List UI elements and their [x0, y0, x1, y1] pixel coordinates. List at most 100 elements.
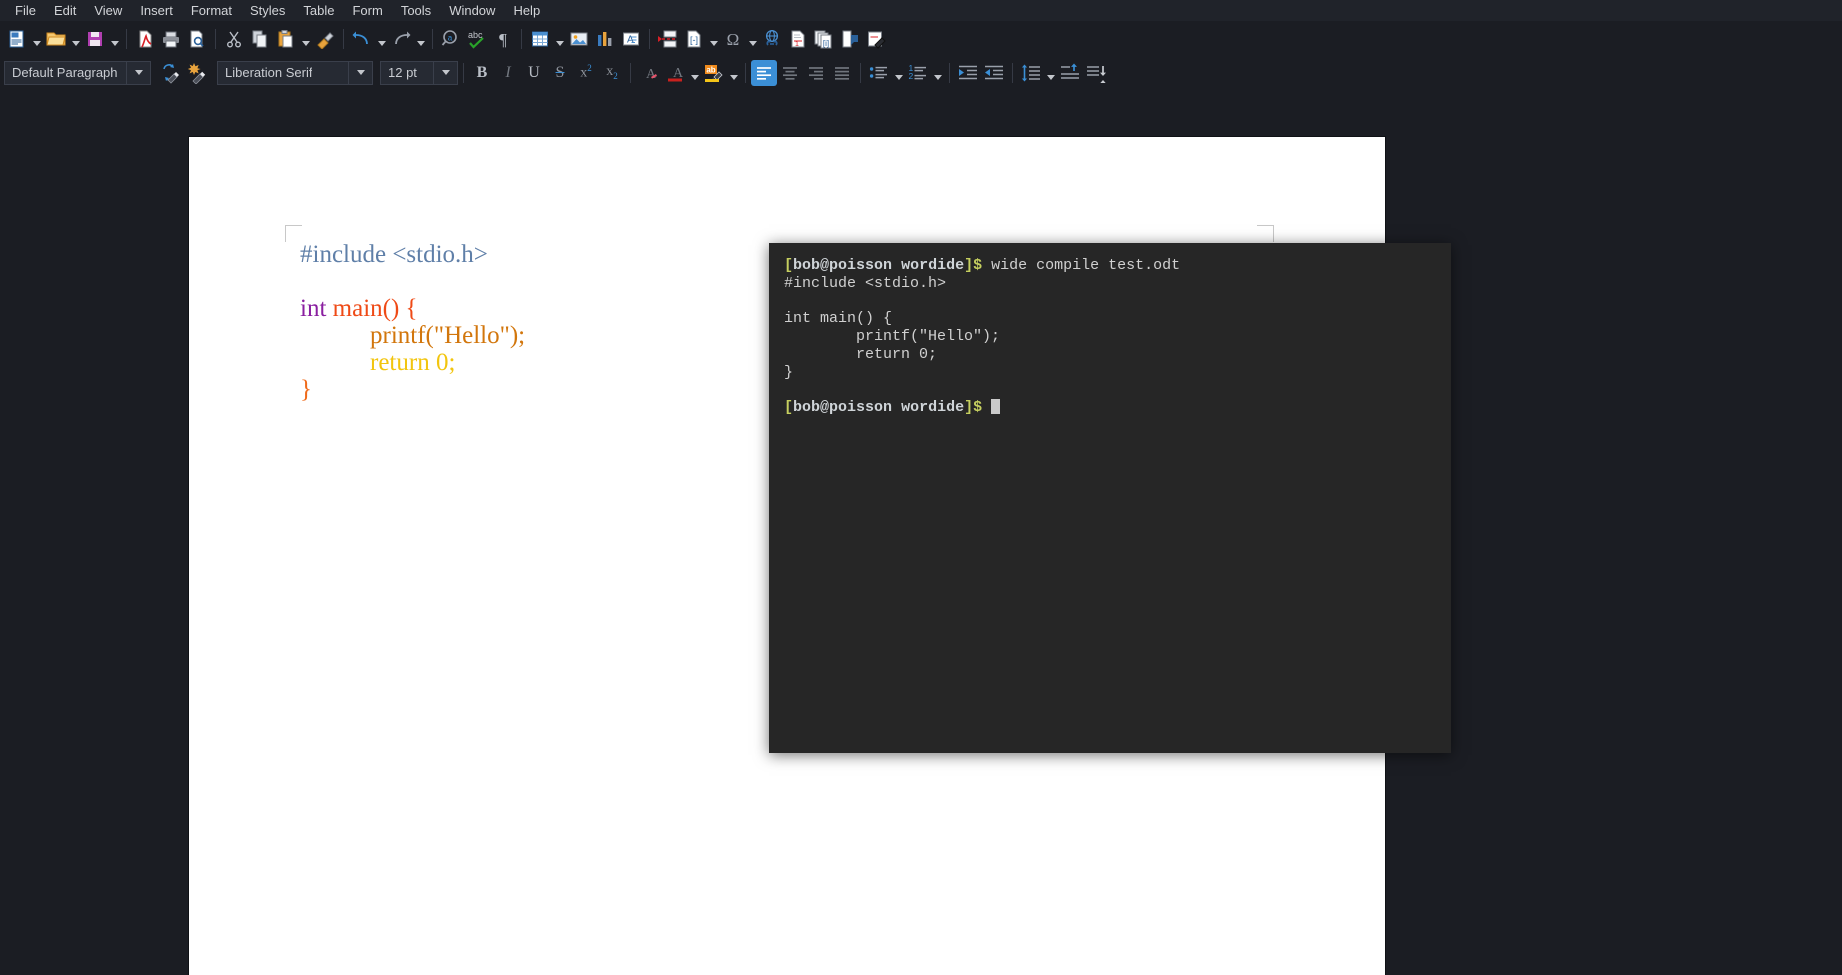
unordered-list-dropdown[interactable]: [892, 60, 905, 86]
cross-reference-icon[interactable]: [i]: [811, 26, 837, 52]
page-break-icon[interactable]: [655, 26, 681, 52]
export-pdf-icon[interactable]: [132, 26, 158, 52]
track-changes-icon[interactable]: [863, 26, 889, 52]
paste-dropdown[interactable]: [299, 26, 312, 52]
increase-paragraph-spacing-icon[interactable]: [1057, 60, 1083, 86]
svg-text:1: 1: [795, 41, 799, 48]
font-size-dropdown[interactable]: [434, 60, 458, 85]
paste-icon[interactable]: [273, 26, 299, 52]
superscript-button[interactable]: x2: [573, 60, 599, 86]
font-size-value: 12 pt: [388, 65, 417, 80]
menu-file[interactable]: File: [6, 0, 45, 21]
clone-formatting-icon[interactable]: [312, 26, 338, 52]
insert-text-box-icon[interactable]: A: [618, 26, 644, 52]
bold-button[interactable]: B: [469, 60, 495, 86]
insert-table-icon[interactable]: [527, 26, 553, 52]
align-justify-icon[interactable]: [829, 60, 855, 86]
new-style-icon[interactable]: [184, 60, 210, 86]
document-code-line: #include <stdio.h>: [300, 241, 525, 268]
font-name-combobox[interactable]: Liberation Serif: [217, 60, 349, 85]
terminal-output-line: #include <stdio.h>: [784, 274, 947, 292]
redo-dropdown[interactable]: [414, 26, 427, 52]
font-name-dropdown[interactable]: [349, 60, 373, 85]
svg-text:[i]: [i]: [823, 39, 829, 48]
menu-format[interactable]: Format: [182, 0, 241, 21]
menu-bar: File Edit View Insert Format Styles Table Form T…: [0, 0, 1842, 21]
decrease-indent-icon[interactable]: [981, 60, 1007, 86]
hyperlink-icon[interactable]: [759, 26, 785, 52]
text-boundary-top-left: [285, 225, 302, 242]
subscript-button[interactable]: x2: [599, 60, 625, 86]
insert-table-dropdown[interactable]: [553, 26, 566, 52]
menu-form[interactable]: Form: [343, 0, 391, 21]
find-replace-icon[interactable]: a: [438, 26, 464, 52]
new-document-icon[interactable]: [4, 26, 30, 52]
italic-button[interactable]: I: [495, 60, 521, 86]
special-character-dropdown[interactable]: [746, 26, 759, 52]
insert-comment-icon[interactable]: [837, 26, 863, 52]
special-character-icon[interactable]: Ω: [720, 26, 746, 52]
insert-chart-icon[interactable]: [592, 26, 618, 52]
decrease-paragraph-spacing-icon[interactable]: [1083, 60, 1109, 86]
prompt-bracket-close: ]: [964, 257, 974, 274]
svg-text:a: a: [448, 33, 453, 42]
code-span: }: [300, 376, 312, 403]
align-right-icon[interactable]: [803, 60, 829, 86]
insert-image-icon[interactable]: [566, 26, 592, 52]
svg-text:abc: abc: [468, 30, 483, 40]
terminal-prompt-line: [bob@poisson wordide]$: [784, 399, 1451, 417]
highlighting-color-dropdown[interactable]: [727, 60, 740, 86]
unordered-list-icon[interactable]: [866, 60, 892, 86]
undo-dropdown[interactable]: [375, 26, 388, 52]
align-center-icon[interactable]: [777, 60, 803, 86]
copy-icon[interactable]: [247, 26, 273, 52]
new-document-dropdown[interactable]: [30, 26, 43, 52]
underline-button[interactable]: U: [521, 60, 547, 86]
undo-icon[interactable]: [349, 26, 375, 52]
font-color-icon[interactable]: A: [662, 60, 688, 86]
terminal-window[interactable]: [bob@poisson wordide]$ wide compile test…: [769, 243, 1451, 753]
menu-window[interactable]: Window: [440, 0, 504, 21]
spelling-icon[interactable]: abc: [464, 26, 490, 52]
formatting-marks-icon[interactable]: ¶: [490, 26, 516, 52]
strikethrough-button[interactable]: S: [547, 60, 573, 86]
menu-styles[interactable]: Styles: [241, 0, 294, 21]
clear-formatting-icon[interactable]: A: [636, 60, 662, 86]
menu-view[interactable]: View: [85, 0, 131, 21]
ordered-list-dropdown[interactable]: [931, 60, 944, 86]
formatting-toolbar: Default Paragraph Liberation Serif 12 pt…: [0, 56, 1842, 89]
prompt-bracket-open: [: [784, 399, 794, 417]
insert-field-icon[interactable]: [-]: [681, 26, 707, 52]
paragraph-style-dropdown[interactable]: [127, 60, 151, 85]
document-code-line: }: [300, 376, 525, 403]
text-boundary-top-right: [1257, 225, 1274, 242]
menu-insert[interactable]: Insert: [131, 0, 182, 21]
align-left-icon[interactable]: [751, 59, 777, 86]
print-icon[interactable]: [158, 26, 184, 52]
menu-table[interactable]: Table: [294, 0, 343, 21]
menu-tools[interactable]: Tools: [392, 0, 440, 21]
update-style-icon[interactable]: [158, 60, 184, 86]
open-file-dropdown[interactable]: [69, 26, 82, 52]
menu-help[interactable]: Help: [504, 0, 549, 21]
save-icon[interactable]: [82, 26, 108, 52]
print-preview-icon[interactable]: [184, 26, 210, 52]
ordered-list-icon[interactable]: 12: [905, 60, 931, 86]
font-size-combobox[interactable]: 12 pt: [380, 60, 434, 85]
code-span: {: [399, 295, 418, 322]
insert-field-dropdown[interactable]: [707, 26, 720, 52]
toolbar-separator: [630, 62, 631, 83]
document-code-text[interactable]: #include <stdio.h> int main() {printf("H…: [300, 241, 525, 403]
font-color-dropdown[interactable]: [688, 60, 701, 86]
save-dropdown[interactable]: [108, 26, 121, 52]
footnote-icon[interactable]: 1: [785, 26, 811, 52]
cut-icon[interactable]: [221, 26, 247, 52]
redo-icon[interactable]: [388, 26, 414, 52]
line-spacing-icon[interactable]: [1018, 60, 1044, 86]
highlighting-color-icon[interactable]: ab: [701, 60, 727, 86]
open-file-icon[interactable]: [43, 26, 69, 52]
menu-edit[interactable]: Edit: [45, 0, 85, 21]
line-spacing-dropdown[interactable]: [1044, 60, 1057, 86]
increase-indent-icon[interactable]: [955, 60, 981, 86]
paragraph-style-combobox[interactable]: Default Paragraph: [4, 60, 127, 85]
